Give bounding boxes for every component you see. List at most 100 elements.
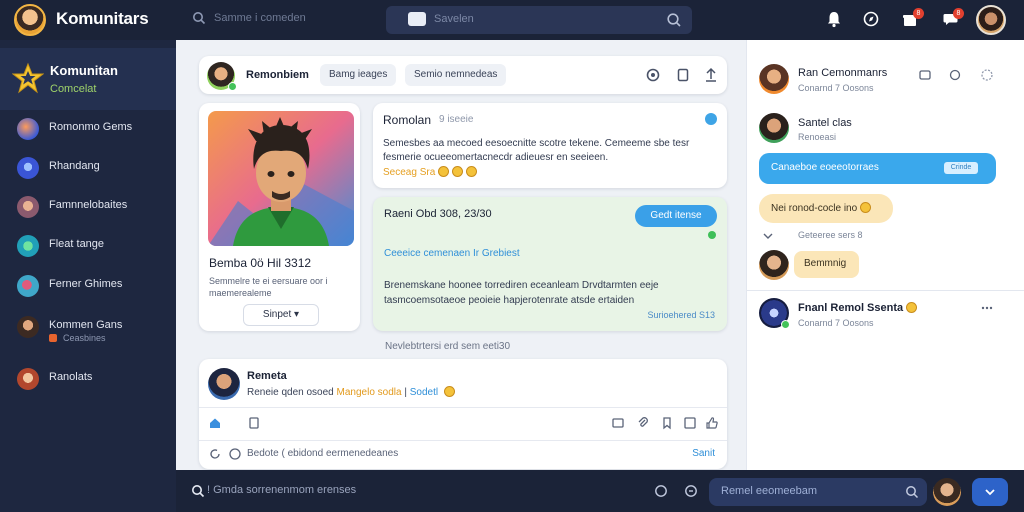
video-icon[interactable] [918, 68, 932, 82]
search-hint[interactable]: Samme i comeden [214, 12, 306, 24]
document-icon[interactable] [247, 416, 261, 430]
bell-icon[interactable] [824, 9, 844, 29]
filter-chip[interactable]: Semio nemnedeas [405, 64, 507, 86]
chevron-down-icon[interactable] [761, 229, 775, 243]
sidebar-item-fleat-tange[interactable]: Fleat tange [0, 228, 176, 262]
sidebar-item-sublabel: Ceasbines [63, 333, 106, 343]
post-title: Romolan [383, 113, 432, 127]
search-icon[interactable] [905, 485, 919, 499]
online-indicator [228, 82, 237, 91]
status-dot-icon [49, 334, 57, 342]
sidebar-item-label: Kommen Gans [49, 319, 123, 331]
post-card: Romolan 9 iseeie Semesbes aa mecoed eeso… [373, 103, 727, 188]
search-input[interactable]: Savelen [386, 6, 692, 34]
sidebar-header-title: Komunitan [50, 63, 118, 78]
post-footer-link[interactable]: Surioehered S13 [647, 310, 715, 320]
send-icon [985, 489, 995, 496]
profile-action-button[interactable]: Sinpet ▾ [243, 304, 319, 326]
comment-highlight[interactable]: Mangelo sodla [337, 387, 402, 398]
chat-bubble-incoming: Nei ronod-cocle ino [759, 194, 893, 223]
gif-icon[interactable] [683, 416, 697, 430]
emoji-picker-icon[interactable] [228, 447, 242, 461]
like-icon[interactable] [705, 416, 719, 430]
sidebar-item-rhandang[interactable]: Rhandang [0, 150, 176, 184]
attach-icon[interactable] [684, 484, 698, 498]
explore-icon[interactable] [861, 9, 881, 29]
contact-name-text: Fnanl Remol Ssenta [798, 302, 904, 314]
settings-icon[interactable] [645, 67, 661, 83]
online-indicator [708, 231, 716, 239]
emoji-icon [452, 166, 464, 177]
search-icon[interactable] [191, 484, 205, 498]
post-link[interactable]: Ceeeice cemenaen Ir Grebiest [384, 248, 520, 259]
sidebar-item-romonmo-gems[interactable]: Romonmo Gems [0, 111, 176, 145]
app-title: Komunitars [56, 9, 149, 28]
sidebar-item-ferner-ghimes[interactable]: Ferner Ghimes [0, 268, 176, 302]
sidebar-item-avatar [17, 118, 39, 140]
bookmark-icon[interactable] [675, 67, 691, 83]
search-input-text: Savelen [434, 13, 474, 25]
sidebar-item-label: Ferner Ghimes [49, 278, 123, 290]
chat-bubble-outgoing: Canaeboe eoeeotorraes Crinde [759, 153, 996, 184]
sidebar-item-ranolats[interactable]: Ranolats [0, 361, 176, 395]
share-icon[interactable] [703, 67, 719, 83]
post-timestamp: 9 iseeie [439, 114, 474, 125]
chat-meta: Geteeree sers 8 [798, 230, 863, 240]
send-button[interactable] [972, 478, 1008, 506]
filter-chip[interactable]: Bamg ieages [320, 64, 397, 86]
message-input[interactable]: Remel eeomeebam [709, 478, 927, 506]
image-icon[interactable] [611, 416, 625, 430]
contact-status: Conarnd 7 Oosons [798, 83, 874, 93]
contact-avatar[interactable] [759, 250, 789, 280]
sidebar-item-kommen-gans[interactable]: Kommen Gans Ceasbines [0, 309, 176, 343]
feed-header-card: Remonbiem Bamg ieages Semio nemnedeas [199, 56, 727, 94]
comment-body: Reneie qden osoed Mangelo sodla | Sodetl [247, 386, 455, 398]
contact-name[interactable]: Santel clas [798, 117, 852, 129]
contact-name[interactable]: Fnanl Remol Ssenta [798, 302, 918, 314]
bottom-status-text: ! Gmda sorrenenmom erenses [207, 484, 357, 496]
sidebar-item-avatar [17, 196, 39, 218]
user-avatar[interactable] [976, 5, 1006, 35]
divider [746, 290, 1024, 291]
contact-status: Renoeasi [798, 132, 837, 142]
emoji-picker-icon[interactable] [654, 484, 668, 498]
user-avatar[interactable] [933, 478, 961, 506]
keyboard-icon [408, 12, 426, 26]
settings-icon[interactable] [948, 68, 962, 82]
comment-input[interactable]: Bedote ( ebidond eermenedeanes [247, 448, 398, 459]
sidebar-item-label: Famnnelobaites [49, 199, 128, 211]
contact-avatar[interactable] [759, 113, 789, 143]
more-horizontal-icon[interactable] [980, 301, 994, 315]
more-icon[interactable] [980, 68, 994, 82]
bookmark-icon[interactable] [660, 416, 674, 430]
search-icon[interactable] [192, 11, 206, 25]
message-input-text: Remel eeomeebam [721, 485, 817, 497]
refresh-icon[interactable] [208, 447, 222, 461]
comment-avatar[interactable] [208, 368, 240, 400]
feed-divider-text: Nevlebtrtersi erd sem eeti30 [385, 341, 511, 352]
post-link[interactable]: Seceag Sra [383, 166, 478, 178]
sidebar-item-avatar [17, 316, 39, 338]
app-logo-avatar[interactable] [14, 4, 46, 36]
sidebar-item-famnnelobaites[interactable]: Famnnelobaites [0, 189, 176, 223]
divider [199, 440, 727, 441]
sidebar-item-label: Rhandang [49, 160, 100, 172]
comment-card: Remeta Reneie qden osoed Mangelo sodla |… [199, 359, 727, 469]
message-tag[interactable]: Crinde [944, 162, 978, 174]
post-title: Raeni Obd 308, 23/30 [384, 208, 492, 220]
sidebar-item-avatar [17, 275, 39, 297]
feed-header-name: Remonbiem [246, 69, 309, 81]
comment-link[interactable]: Sodetl [410, 387, 438, 398]
chat-message: Nei ronod-cocle ino [771, 203, 858, 214]
attach-icon[interactable] [636, 416, 650, 430]
post-body: Semesbes aa mecoed eesoecnitte scotre te… [383, 138, 690, 163]
comment-author: Remeta [247, 370, 287, 382]
contact-avatar[interactable] [759, 64, 789, 94]
search-submit-icon[interactable] [666, 12, 682, 28]
profile-card: Bemba 0ö Hil 3312 Semmelre te ei eersuar… [199, 103, 360, 331]
join-button[interactable]: Gedt itense [635, 205, 717, 227]
home-icon[interactable] [208, 416, 222, 430]
contact-name[interactable]: Ran Cemonmanrs [798, 67, 887, 79]
chevron-down-icon: ▾ [294, 309, 300, 320]
send-comment-button[interactable]: Sanit [692, 448, 715, 459]
